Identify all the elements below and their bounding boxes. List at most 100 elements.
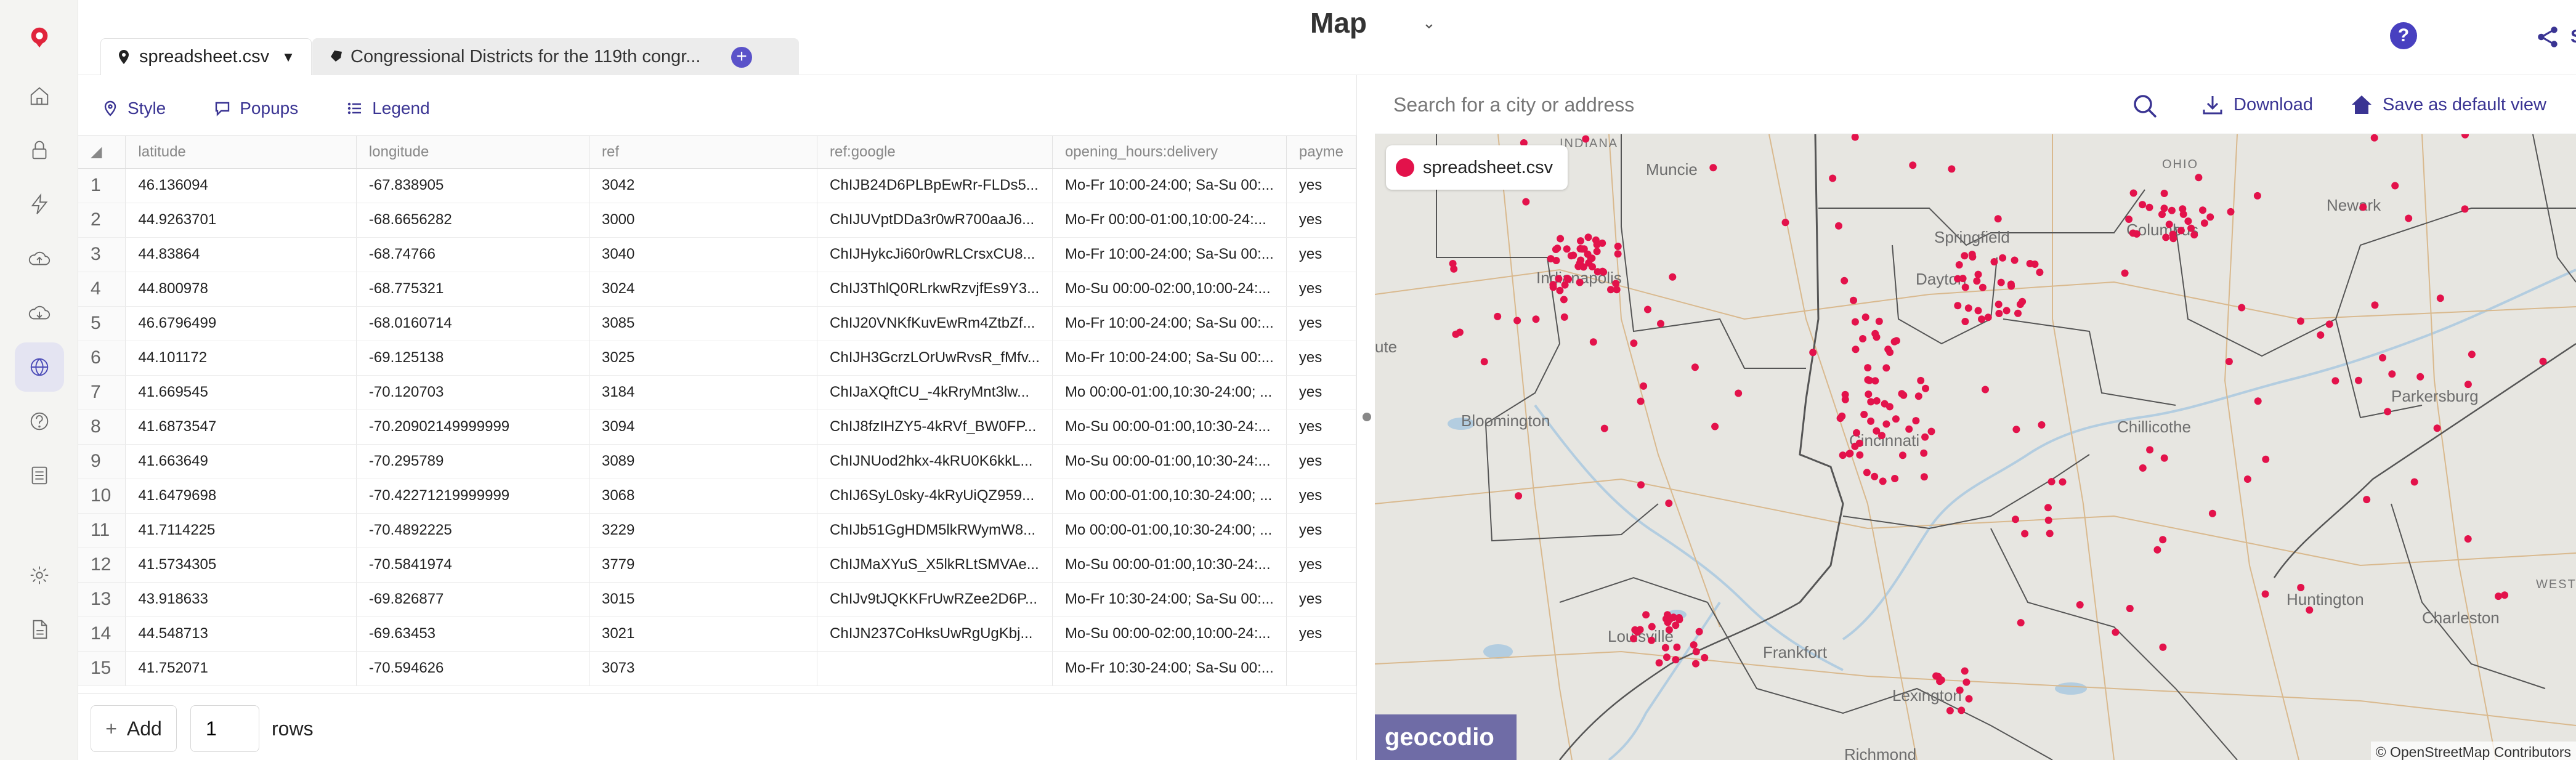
table-cell[interactable]: 3094 xyxy=(589,410,818,445)
table-cell[interactable]: 41.669545 xyxy=(125,375,357,410)
location-marker[interactable] xyxy=(1961,283,1969,291)
table-cell[interactable]: yes xyxy=(1286,237,1356,272)
table-cell[interactable]: 3024 xyxy=(589,272,818,307)
location-marker[interactable] xyxy=(2026,260,2034,267)
settings-icon[interactable] xyxy=(15,551,64,600)
row-number[interactable]: 14 xyxy=(78,616,126,652)
table-cell[interactable]: Mo-Fr 10:00-24:00; Sa-Su 00:... xyxy=(1052,237,1287,272)
table-cell[interactable]: -70.120703 xyxy=(356,375,589,410)
location-marker[interactable] xyxy=(2162,233,2170,241)
home-icon[interactable] xyxy=(15,71,64,121)
location-marker[interactable] xyxy=(2003,307,2011,315)
location-marker[interactable] xyxy=(2461,134,2469,139)
location-marker[interactable] xyxy=(2468,350,2476,358)
location-marker[interactable] xyxy=(1995,310,2003,317)
location-marker[interactable] xyxy=(2036,269,2044,277)
location-marker[interactable] xyxy=(2464,381,2472,389)
location-markers[interactable] xyxy=(1375,134,2576,760)
select-all-corner[interactable]: ◢ xyxy=(78,136,126,169)
location-marker[interactable] xyxy=(1614,243,1622,250)
legend-button[interactable]: Legend xyxy=(346,99,430,118)
location-marker[interactable] xyxy=(2410,478,2418,486)
location-marker[interactable] xyxy=(1982,386,1989,394)
location-marker[interactable] xyxy=(1860,411,1868,418)
location-marker[interactable] xyxy=(1892,415,1900,423)
location-marker[interactable] xyxy=(1494,312,1502,320)
add-rows-button[interactable]: + Add xyxy=(91,705,177,752)
location-marker[interactable] xyxy=(2076,601,2084,608)
location-marker[interactable] xyxy=(2160,454,2168,462)
table-cell[interactable]: yes xyxy=(1286,272,1356,307)
table-cell[interactable]: 44.548713 xyxy=(125,616,357,652)
location-marker[interactable] xyxy=(1631,626,1639,634)
table-cell[interactable]: Mo-Su 00:00-01:00,10:30-24:... xyxy=(1052,410,1287,445)
panel-divider[interactable] xyxy=(1356,75,1375,760)
location-marker[interactable] xyxy=(2046,530,2054,538)
location-marker[interactable] xyxy=(1598,239,1606,247)
location-marker[interactable] xyxy=(1871,472,1879,480)
table-cell[interactable]: ChIJ3ThlQ0RLrkwRzvjfEs9Y3... xyxy=(817,272,1053,307)
location-marker[interactable] xyxy=(1663,653,1671,661)
location-marker[interactable] xyxy=(1532,315,1540,323)
location-marker[interactable] xyxy=(2384,408,2392,416)
geocodio-logo-icon[interactable] xyxy=(15,12,64,62)
location-marker[interactable] xyxy=(1955,261,1963,269)
location-marker[interactable] xyxy=(2014,309,2022,317)
location-marker[interactable] xyxy=(1675,614,1683,621)
location-marker[interactable] xyxy=(2436,294,2444,302)
location-marker[interactable] xyxy=(1999,254,2007,262)
row-number[interactable]: 2 xyxy=(78,203,126,238)
upload-icon[interactable] xyxy=(15,234,64,283)
location-marker[interactable] xyxy=(1582,135,1590,143)
tab-spreadsheet[interactable]: spreadsheet.csv ▼ xyxy=(100,38,312,75)
location-marker[interactable] xyxy=(1555,275,1563,283)
save-default-view-button[interactable]: Save as default view xyxy=(2349,92,2546,117)
location-marker[interactable] xyxy=(2325,320,2333,328)
location-marker[interactable] xyxy=(1978,315,1985,323)
table-cell[interactable]: Mo 00:00-01:00,10:30-24:00; ... xyxy=(1052,479,1287,514)
row-number[interactable]: 11 xyxy=(78,513,126,548)
location-marker[interactable] xyxy=(2177,227,2185,235)
location-marker[interactable] xyxy=(2206,213,2214,221)
style-button[interactable]: Style xyxy=(102,99,166,118)
table-row[interactable]: 5 46.6796499 -68.0160714 3085 ChIJ20VNKfKuvE… xyxy=(78,306,1356,341)
location-marker[interactable] xyxy=(1994,215,2002,223)
location-marker[interactable] xyxy=(1990,258,1998,265)
location-marker[interactable] xyxy=(1709,164,1717,172)
location-marker[interactable] xyxy=(1920,449,1928,457)
location-marker[interactable] xyxy=(2433,424,2441,432)
location-marker[interactable] xyxy=(1899,451,1906,459)
location-marker[interactable] xyxy=(1974,270,1982,278)
location-marker[interactable] xyxy=(1961,667,1969,675)
table-cell[interactable]: -70.42271219999999 xyxy=(356,479,589,514)
location-marker[interactable] xyxy=(1954,302,1962,310)
location-marker[interactable] xyxy=(2168,206,2176,214)
location-marker[interactable] xyxy=(2044,504,2052,512)
location-marker[interactable] xyxy=(1878,432,1885,440)
table-cell[interactable]: yes xyxy=(1286,168,1356,203)
table-cell[interactable] xyxy=(817,651,1053,686)
location-marker[interactable] xyxy=(1882,420,1890,428)
location-marker[interactable] xyxy=(2495,592,2502,600)
location-marker[interactable] xyxy=(2179,205,2187,213)
table-cell[interactable]: yes xyxy=(1286,444,1356,479)
row-number[interactable]: 12 xyxy=(78,548,126,583)
location-marker[interactable] xyxy=(1809,349,1817,357)
location-marker[interactable] xyxy=(1909,161,1917,169)
location-marker[interactable] xyxy=(2059,478,2067,486)
row-number[interactable]: 9 xyxy=(78,444,126,479)
page-title[interactable]: Map xyxy=(1310,6,1367,39)
help-circle-icon[interactable] xyxy=(15,397,64,446)
table-cell[interactable]: 46.6796499 xyxy=(125,306,357,341)
location-marker[interactable] xyxy=(2153,546,2161,554)
layer-legend-chip[interactable]: spreadsheet.csv xyxy=(1386,145,1568,190)
location-marker[interactable] xyxy=(2021,530,2029,538)
location-marker[interactable] xyxy=(2195,174,2203,182)
location-marker[interactable] xyxy=(1612,280,1620,288)
location-marker[interactable] xyxy=(1905,425,1913,433)
location-marker[interactable] xyxy=(2187,224,2195,232)
table-cell[interactable]: 3042 xyxy=(589,168,818,203)
location-marker[interactable] xyxy=(1959,275,1967,283)
location-marker[interactable] xyxy=(2306,606,2314,614)
table-cell[interactable]: -69.826877 xyxy=(356,582,589,617)
